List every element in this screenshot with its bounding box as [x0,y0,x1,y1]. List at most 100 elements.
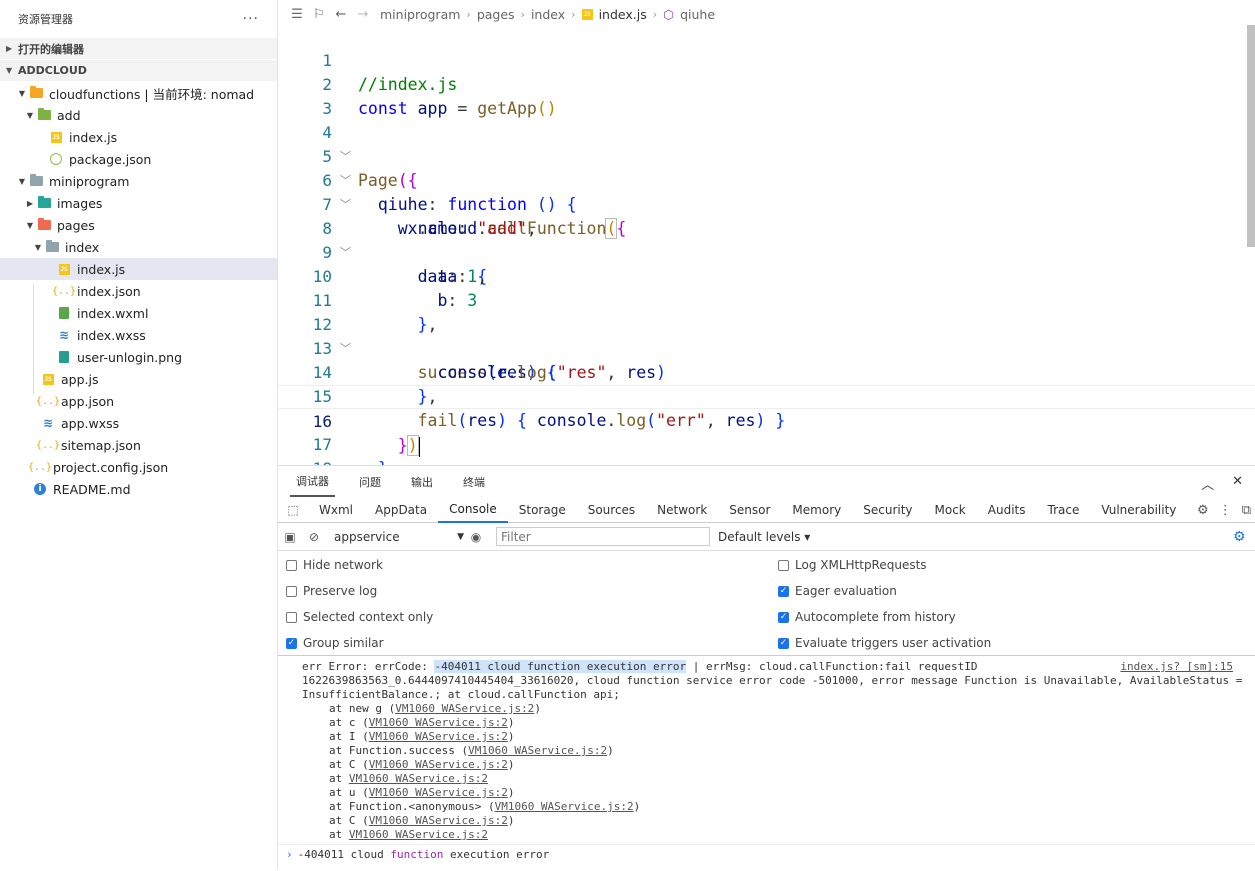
tree-item-index-folder[interactable]: ▼ index [0,236,277,258]
tab-sources[interactable]: Sources [577,498,646,522]
tree-item-label: app.wxss [61,415,120,431]
open-editors-section[interactable]: ▶ 打开的编辑器 [0,38,277,60]
code-line: 3 [278,73,1255,118]
evaluate-triggers-option[interactable]: ✓ Evaluate triggers user activation [778,636,991,650]
stack-link[interactable]: VM1060 WAService.js:2 [468,744,607,757]
bookmark-icon[interactable]: ⚐ [308,7,330,22]
tab-vulnerability[interactable]: Vulnerability [1090,498,1187,522]
tab-storage[interactable]: Storage [508,498,577,522]
message-source-link[interactable]: index.js? [sm]:15 [1120,660,1233,674]
eye-icon[interactable]: ◉ [464,530,488,544]
tab-terminal[interactable]: 终端 [457,468,491,496]
explorer-header: 资源管理器 ··· [0,0,277,38]
stack-link[interactable]: VM1060 WAService.js:2 [369,716,508,729]
project-section[interactable]: ▼ ADDCLOUD [0,60,277,82]
console-settings-icon[interactable]: ⚙ [1233,529,1255,545]
tree-item-cloudfunctions[interactable]: ▼ cloudfunctions | 当前环境: nomad [0,82,277,104]
sidebar-toggle-icon[interactable]: ▣ [278,530,302,544]
tab-trace[interactable]: Trace [1037,498,1091,522]
more-icon[interactable]: ··· [243,11,259,27]
breadcrumb-index[interactable]: index [531,7,565,22]
autocomplete-option[interactable]: ✓ Autocomplete from history [778,610,956,624]
stack-link[interactable]: VM1060 WAService.js:2 [349,828,488,841]
stack-link[interactable]: VM1060 WAService.js:2 [395,702,534,715]
breadcrumb-miniprogram[interactable]: miniprogram [380,7,460,22]
preserve-log-option[interactable]: Preserve log [286,584,377,598]
breadcrumb-pages[interactable]: pages [477,7,515,22]
tree-item-package-json[interactable]: package.json [0,148,277,170]
stack-link[interactable]: VM1060 WAService.js:2 [369,758,508,771]
tab-memory[interactable]: Memory [781,498,852,522]
tab-output[interactable]: 输出 [405,468,439,496]
inspect-icon[interactable]: ⬚ [278,503,308,517]
arrow-left-icon[interactable]: ← [330,7,352,22]
checkbox[interactable] [778,559,789,571]
context-select[interactable]: appservice ▼ [326,530,464,544]
log-xhr-option[interactable]: Log XMLHttpRequests [778,558,927,572]
checkbox[interactable]: ✓ [286,637,297,649]
breadcrumb-qiuhe[interactable]: qiuhe [680,7,715,22]
tree-item-index-json[interactable]: {..} index.json [0,280,277,302]
tab-problems[interactable]: 问题 [353,468,387,496]
stack-link[interactable]: VM1060 WAService.js:2 [495,800,634,813]
stack-link[interactable]: VM1060 WAService.js:2 [369,730,508,743]
tree-item-app-wxss[interactable]: ≋ app.wxss [0,412,277,434]
tree-item-index-js[interactable]: JS index.js [0,258,277,280]
stack-link[interactable]: VM1060 WAService.js:2 [369,786,508,799]
checkbox[interactable]: ✓ [778,637,789,649]
tab-debugger[interactable]: 调试器 [290,467,335,497]
tree-item-app-js[interactable]: JS app.js [0,368,277,390]
arrow-right-icon[interactable]: → [352,7,374,22]
eager-evaluation-option[interactable]: ✓ Eager evaluation [778,584,897,598]
tab-network[interactable]: Network [646,498,718,522]
chevron-right-icon: › [520,7,525,21]
group-similar-option[interactable]: ✓ Group similar [286,636,384,650]
tree-item-app-json[interactable]: {..} app.json [0,390,277,412]
tree-item-project-config-json[interactable]: {..} project.config.json [0,456,277,478]
code-line: 2 const app = getApp() [278,49,1255,118]
breadcrumb-index-js[interactable]: index.js [599,7,647,22]
editor-scrollbar[interactable] [1247,25,1255,247]
checkbox[interactable] [286,559,297,571]
tree-item-user-unlogin-png[interactable]: user-unlogin.png [0,346,277,368]
tab-audits[interactable]: Audits [977,498,1037,522]
tab-appdata[interactable]: AppData [364,498,438,522]
more-vertical-icon[interactable]: ⋮ [1219,503,1232,518]
hide-network-option[interactable]: Hide network [286,558,383,572]
stack-link[interactable]: VM1060 WAService.js:2 [369,814,508,827]
stack-link[interactable]: VM1060 WAService.js:2 [349,772,488,785]
file-tree: ▼ cloudfunctions | 当前环境: nomad ▼ add JS … [0,82,277,500]
tab-wxml[interactable]: Wxml [308,498,364,522]
checkbox[interactable]: ✓ [778,611,789,623]
tree-item-index-wxml[interactable]: index.wxml [0,302,277,324]
tree-item-pages[interactable]: ▼ pages [0,214,277,236]
tree-item-add[interactable]: ▼ add [0,104,277,126]
tab-console[interactable]: Console [438,497,508,523]
chevron-up-icon[interactable]: ︿ [1201,474,1214,493]
checkbox[interactable]: ✓ [778,585,789,597]
code-area[interactable]: 1 //index.js 2 const app = getApp() 3 4 … [278,25,1255,465]
filter-input[interactable] [496,527,710,546]
console-input-line[interactable]: › -404011 cloud function execution error [278,844,1255,865]
log-levels-dropdown[interactable]: Default levels ▾ [718,530,810,544]
tree-item-label: project.config.json [53,459,169,475]
tree-item-index-wxss[interactable]: ≋ index.wxss [0,324,277,346]
gear-icon[interactable]: ⚙ [1197,503,1209,518]
tab-security[interactable]: Security [852,498,923,522]
clear-console-icon[interactable]: ⊘ [302,530,326,544]
tab-mock[interactable]: Mock [924,498,977,522]
tree-item-add-index-js[interactable]: JS index.js [0,126,277,148]
tree-item-miniprogram[interactable]: ▼ miniprogram [0,170,277,192]
tree-item-sitemap-json[interactable]: {..} sitemap.json [0,434,277,456]
undock-icon[interactable]: ⧉ [1242,503,1251,518]
checkbox[interactable] [286,585,297,597]
tree-item-label: index.js [77,261,126,277]
checkbox[interactable] [286,611,297,623]
list-icon[interactable]: ☰ [286,7,308,22]
selected-context-option[interactable]: Selected context only [286,610,433,624]
tree-item-readme-md[interactable]: i README.md [0,478,277,500]
tree-item-images[interactable]: ▶ images [0,192,277,214]
code-line: 1 //index.js [278,25,1255,94]
tab-sensor[interactable]: Sensor [718,498,781,522]
close-icon[interactable]: ✕ [1232,474,1243,493]
